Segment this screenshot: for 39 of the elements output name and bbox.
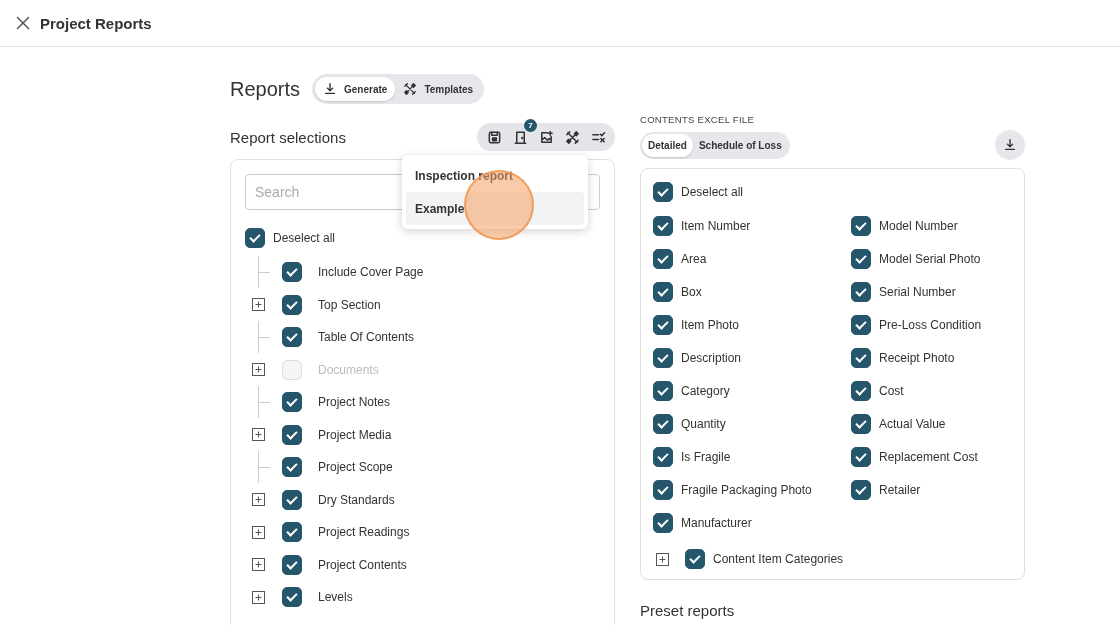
field-label: Manufacturer — [681, 515, 752, 530]
option-label: Table Of Contents — [318, 330, 415, 345]
option-label: Include Cover Page — [318, 265, 424, 280]
field-label: Retailer — [879, 482, 921, 497]
option-label: Documents — [318, 362, 379, 377]
field-label: Category — [681, 383, 730, 398]
field-label: Serial Number — [879, 284, 956, 299]
count-badge: 7 — [524, 119, 537, 132]
field-label: Item Photo — [681, 317, 740, 332]
page-title: Project Reports — [40, 14, 152, 32]
section-title: Report selections — [230, 128, 346, 146]
field-label: Fragile Packaging Photo — [681, 482, 812, 497]
option-label: Dry Standards — [318, 492, 395, 507]
field-label: Model Serial Photo — [879, 251, 981, 266]
field-label: Cost — [879, 383, 904, 398]
option-label: Project Media — [318, 427, 392, 442]
section-caption: CONTENTS EXCEL FILE — [640, 114, 756, 126]
option-label: Levels — [318, 590, 353, 605]
option-label: Top Section — [318, 297, 381, 312]
field-label: Pre-Loss Condition — [879, 317, 982, 332]
field-label: Area — [681, 251, 707, 266]
option-label: Project Readings — [318, 525, 410, 540]
field-label: Item Number — [681, 218, 751, 233]
field-label: Model Number — [879, 218, 958, 233]
field-label: Description — [681, 350, 742, 365]
section-title: Reports — [230, 77, 301, 101]
option-label: Deselect all — [681, 185, 744, 199]
option-label: Project Contents — [318, 557, 407, 572]
option-label: Project Scope — [318, 460, 393, 475]
field-label: Actual Value — [879, 416, 946, 431]
field-label: Is Fragile — [681, 449, 731, 464]
option-label: Content Item Categories — [713, 552, 844, 566]
field-label: Replacement Cost — [879, 449, 978, 464]
field-label: Box — [681, 284, 702, 299]
option-label: Project Notes — [318, 395, 391, 410]
section-title: Preset reports — [640, 602, 736, 619]
field-label: Receipt Photo — [879, 350, 955, 365]
option-label: Deselect all — [273, 231, 336, 245]
field-label: Quantity — [681, 416, 726, 431]
